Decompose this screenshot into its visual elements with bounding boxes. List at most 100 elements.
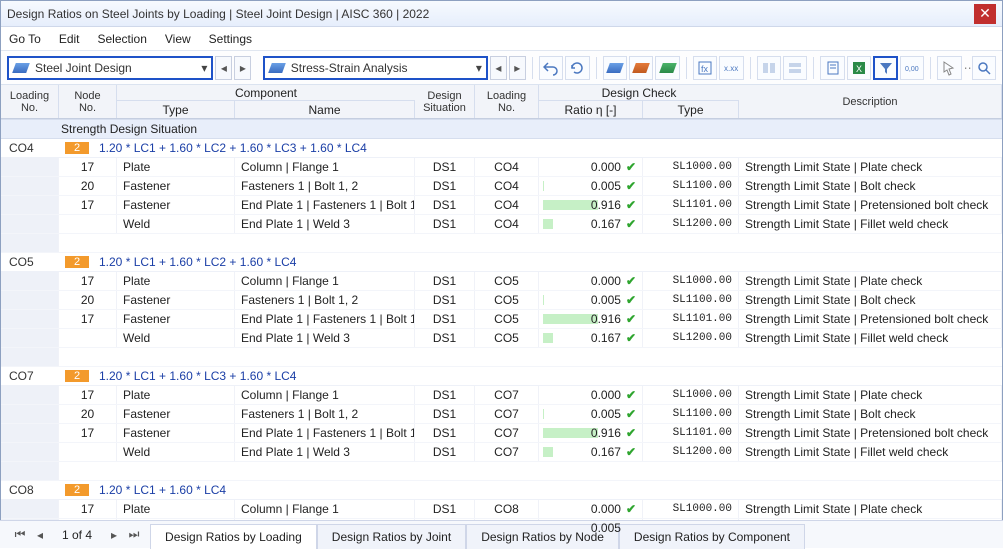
- table-row[interactable]: Weld End Plate 1 | Weld 3 DS1 CO4 0.167✔…: [1, 215, 1002, 234]
- table-row[interactable]: Weld End Plate 1 | Weld 3 DS1 CO5 0.167✔…: [1, 329, 1002, 348]
- cell-loadno: CO7: [475, 424, 539, 442]
- col-loading-no[interactable]: LoadingNo.: [1, 85, 59, 118]
- beam-icon: [13, 60, 29, 76]
- pager-first[interactable]: ⏮: [12, 527, 28, 543]
- tool-beam2-icon[interactable]: [629, 56, 653, 80]
- col-design-situation[interactable]: DesignSituation: [415, 85, 475, 118]
- cell-name: End Plate 1 | Weld 3: [235, 215, 415, 233]
- table-row[interactable]: 17 Plate Column | Flange 1 DS1 CO8 0.000…: [1, 500, 1002, 519]
- table-row[interactable]: 17 Plate Column | Flange 1 DS1 CO5 0.000…: [1, 272, 1002, 291]
- col-design-check: Design Check Ratio η [-] Type: [539, 85, 739, 118]
- cell-name: Column | Flange 1: [235, 386, 415, 404]
- group-badge: 2: [65, 142, 89, 154]
- cell-desc: Strength Limit State | Bolt check: [739, 177, 1002, 195]
- table-row[interactable]: 17 Plate Column | Flange 1 DS1 CO4 0.000…: [1, 158, 1002, 177]
- cell-node: 17: [59, 272, 117, 290]
- cell-name: Column | Flange 1: [235, 500, 415, 518]
- cell-node: 17: [59, 310, 117, 328]
- combo2-next[interactable]: ▸: [509, 56, 526, 80]
- group-row[interactable]: CO8 2 1.20 * LC1 + 1.60 * LC4: [1, 481, 1002, 500]
- cell-ratio: 0.005✔: [539, 177, 643, 195]
- cell-ds: DS1: [415, 291, 475, 309]
- tool-pointer-icon[interactable]: [937, 56, 961, 80]
- cell-name: Column | Flange 1: [235, 158, 415, 176]
- menu-goto[interactable]: Go To: [9, 32, 41, 46]
- analysis-combo[interactable]: Stress-Strain Analysis ▾: [263, 56, 488, 80]
- grid-body[interactable]: Strength Design SituationCO4 2 1.20 * LC…: [1, 119, 1002, 539]
- cell-type: Plate: [117, 272, 235, 290]
- combo2-prev[interactable]: ◂: [490, 56, 507, 80]
- col-check-type[interactable]: Type: [643, 101, 739, 118]
- tool-undo-icon[interactable]: [539, 56, 563, 80]
- design-addon-combo[interactable]: Steel Joint Design ▾: [7, 56, 213, 80]
- design-addon-label: Steel Joint Design: [35, 61, 201, 75]
- group-load: CO7: [1, 369, 59, 383]
- menu-settings[interactable]: Settings: [209, 32, 252, 46]
- cell-ctype: SL1100.00: [643, 405, 739, 423]
- check-icon: ✔: [626, 293, 636, 307]
- tab-by-loading[interactable]: Design Ratios by Loading: [150, 524, 317, 549]
- group-row[interactable]: CO7 2 1.20 * LC1 + 1.60 * LC3 + 1.60 * L…: [1, 367, 1002, 386]
- cell-node: 17: [59, 500, 117, 518]
- table-row[interactable]: 20 Fastener Fasteners 1 | Bolt 1, 2 DS1 …: [1, 405, 1002, 424]
- col-node-no[interactable]: NodeNo.: [59, 85, 117, 118]
- check-icon: ✔: [626, 502, 636, 516]
- cell-loadno: CO5: [475, 272, 539, 290]
- col-ratio[interactable]: Ratio η [-]: [539, 101, 643, 118]
- tool-filter-icon[interactable]: [873, 56, 898, 80]
- combo1-next[interactable]: ▸: [234, 56, 251, 80]
- col-type[interactable]: Type: [117, 101, 235, 118]
- table-row[interactable]: Weld End Plate 1 | Weld 3 DS1 CO7 0.167✔…: [1, 443, 1002, 462]
- cell-name: Column | Flange 1: [235, 272, 415, 290]
- section-title: Strength Design Situation: [1, 119, 1002, 139]
- cell-ds: DS1: [415, 215, 475, 233]
- tab-by-joint[interactable]: Design Ratios by Joint: [317, 524, 466, 549]
- tool-decimal-icon[interactable]: 0,00: [900, 56, 924, 80]
- tool-calc-icon[interactable]: fx: [693, 56, 717, 80]
- cell-node: 20: [59, 291, 117, 309]
- results-grid: LoadingNo. NodeNo. Component Type Name D…: [1, 85, 1002, 539]
- pager-next[interactable]: ▸: [106, 527, 122, 543]
- menu-edit[interactable]: Edit: [59, 32, 80, 46]
- cell-ds: DS1: [415, 443, 475, 461]
- pager-prev[interactable]: ◂: [32, 527, 48, 543]
- cell-loadno: CO4: [475, 177, 539, 195]
- tool-beam3-icon[interactable]: [655, 56, 679, 80]
- table-row[interactable]: 17 Fastener End Plate 1 | Fasteners 1 | …: [1, 196, 1002, 215]
- tool-beam1-icon[interactable]: [603, 56, 627, 80]
- tool-xxx-icon[interactable]: x.xx: [719, 56, 743, 80]
- tab-by-component[interactable]: Design Ratios by Component: [619, 524, 805, 549]
- table-row[interactable]: 17 Fastener End Plate 1 | Fasteners 1 | …: [1, 310, 1002, 329]
- cell-ratio: 0.005✔: [539, 291, 643, 309]
- group-row[interactable]: CO4 2 1.20 * LC1 + 1.60 * LC2 + 1.60 * L…: [1, 139, 1002, 158]
- tool-refresh-icon[interactable]: [565, 56, 589, 80]
- group-formula: 1.20 * LC1 + 1.60 * LC2 + 1.60 * LC4: [89, 255, 296, 269]
- tool-layout1-icon[interactable]: [757, 56, 781, 80]
- svg-text:fx: fx: [701, 64, 709, 74]
- col-description[interactable]: Description: [739, 85, 1002, 118]
- col-loading-no-2[interactable]: LoadingNo.: [475, 85, 539, 118]
- cell-ds: DS1: [415, 177, 475, 195]
- group-load: CO5: [1, 255, 59, 269]
- tool-excel-icon[interactable]: X: [847, 56, 871, 80]
- table-row[interactable]: 20 Fastener Fasteners 1 | Bolt 1, 2 DS1 …: [1, 177, 1002, 196]
- close-button[interactable]: ✕: [974, 4, 996, 24]
- cell-type: Weld: [117, 443, 235, 461]
- menu-selection[interactable]: Selection: [98, 32, 147, 46]
- table-row[interactable]: 17 Plate Column | Flange 1 DS1 CO7 0.000…: [1, 386, 1002, 405]
- cell-ds: DS1: [415, 500, 475, 518]
- cell-desc: Strength Limit State | Plate check: [739, 500, 1002, 518]
- cell-ratio: 0.000✔: [539, 272, 643, 290]
- tool-doc-icon[interactable]: [820, 56, 844, 80]
- table-row[interactable]: 17 Fastener End Plate 1 | Fasteners 1 | …: [1, 424, 1002, 443]
- pager-last[interactable]: ⏭: [126, 527, 142, 543]
- combo1-prev[interactable]: ◂: [215, 56, 232, 80]
- table-row[interactable]: 20 Fastener Fasteners 1 | Bolt 1, 2 DS1 …: [1, 291, 1002, 310]
- tool-find-icon[interactable]: [972, 56, 996, 80]
- tool-layout2-icon[interactable]: [783, 56, 807, 80]
- cell-node: 17: [59, 196, 117, 214]
- menu-view[interactable]: View: [165, 32, 191, 46]
- col-name[interactable]: Name: [235, 101, 415, 118]
- group-row[interactable]: CO5 2 1.20 * LC1 + 1.60 * LC2 + 1.60 * L…: [1, 253, 1002, 272]
- group-load: CO8: [1, 483, 59, 497]
